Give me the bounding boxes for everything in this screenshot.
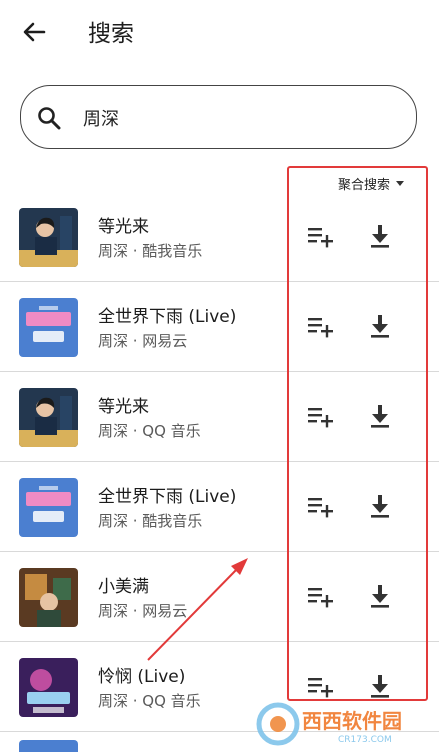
song-row[interactable]: 全世界下雨 (Live) 周深 · 网易云 (0, 282, 439, 372)
song-title: 全世界下雨 (Live) (98, 307, 237, 327)
playlist-add-icon[interactable] (306, 404, 336, 430)
song-title: 怜悯 (Live) (98, 667, 186, 687)
playlist-add-icon[interactable] (306, 584, 336, 610)
download-icon[interactable] (366, 312, 394, 340)
song-title: 小美满 (98, 577, 149, 597)
download-icon[interactable] (366, 222, 394, 250)
filter-label: 聚合搜索 (338, 178, 391, 193)
song-artist-source: 周深 · QQ 音乐 (98, 422, 201, 440)
watermark-url: CR173.COM (338, 735, 392, 745)
song-title: 全世界下雨 (Live) (98, 487, 237, 507)
search-icon (38, 107, 61, 130)
playlist-add-icon[interactable] (306, 674, 336, 700)
song-row[interactable]: 等光来 周深 · QQ 音乐 (0, 372, 439, 462)
song-artist-source: 周深 · 酷我音乐 (98, 242, 203, 260)
playlist-add-icon[interactable] (306, 224, 336, 250)
download-icon[interactable] (366, 402, 394, 430)
song-row[interactable]: 等光来 周深 · 酷我音乐 (0, 192, 439, 282)
album-cover (19, 568, 78, 627)
song-title: 等光来 (98, 397, 149, 417)
download-icon[interactable] (366, 582, 394, 610)
download-icon[interactable] (366, 672, 394, 700)
song-artist-source: 周深 · 网易云 (98, 602, 188, 620)
arrow-back-icon[interactable] (18, 16, 50, 48)
song-artist-source: 周深 · 网易云 (98, 332, 188, 350)
album-cover (19, 740, 78, 752)
playlist-add-icon[interactable] (306, 494, 336, 520)
song-artist-source: 周深 · 酷我音乐 (98, 512, 203, 530)
album-cover (19, 298, 78, 357)
album-cover (19, 208, 78, 267)
song-title: 等光来 (98, 217, 149, 237)
album-cover (19, 658, 78, 717)
watermark-text: 西西软件园 (302, 709, 402, 733)
song-list: 等光来 周深 · 酷我音乐 全世界下雨 (Live) 周深 · 网易云 等光来 … (0, 192, 439, 732)
song-row[interactable]: 小美满 周深 · 网易云 (0, 552, 439, 642)
song-row[interactable]: 全世界下雨 (Live) 周深 · 酷我音乐 (0, 462, 439, 552)
download-icon[interactable] (366, 492, 394, 520)
song-artist-source: 周深 · QQ 音乐 (98, 692, 201, 710)
search-field[interactable]: 周深 (20, 85, 417, 149)
album-cover (19, 388, 78, 447)
playlist-add-icon[interactable] (306, 314, 336, 340)
page-title: 搜索 (88, 21, 134, 47)
site-watermark: 西西软件园 CR173.COM (256, 702, 402, 746)
search-input[interactable]: 周深 (83, 105, 119, 131)
app-header: 搜索 (0, 0, 439, 62)
album-cover (19, 478, 78, 537)
dropdown-caret-icon (396, 181, 405, 186)
aggregate-search-dropdown[interactable]: 聚合搜索 (338, 174, 405, 193)
